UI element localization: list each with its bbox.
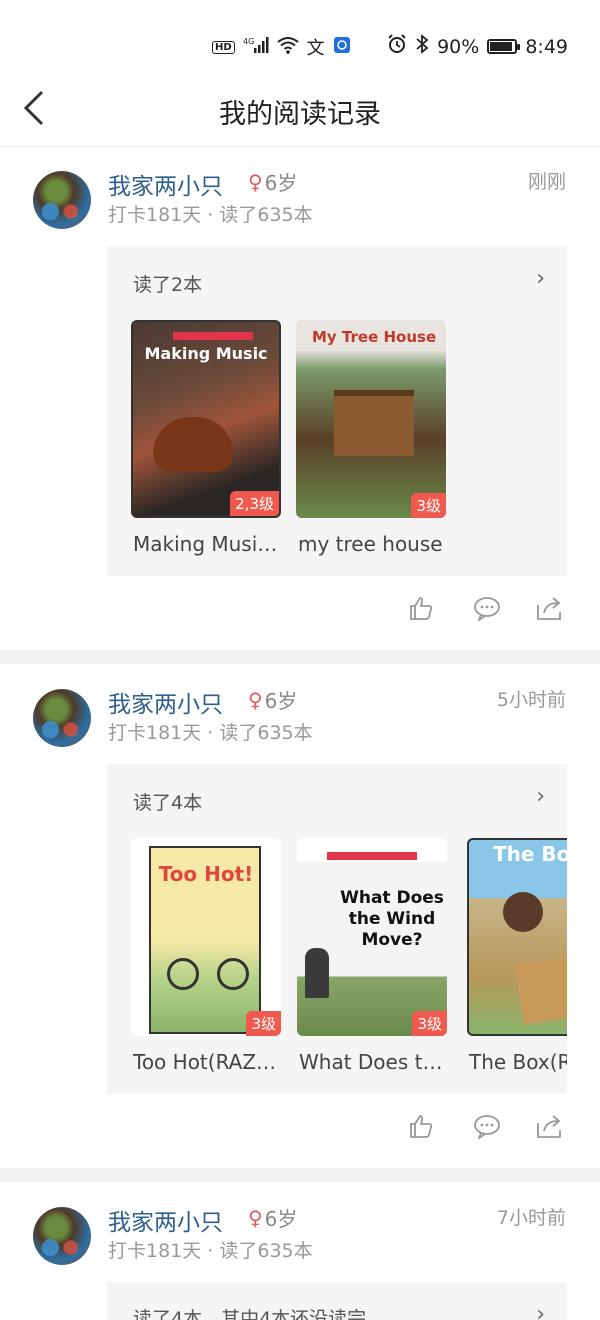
- like-button[interactable]: [408, 595, 434, 621]
- age-label: 6岁: [264, 689, 298, 713]
- book-cover: Too Hot! 3级: [131, 838, 281, 1036]
- share-button[interactable]: [536, 1113, 562, 1139]
- child-face: [503, 892, 543, 932]
- reading-post: 我家两小只 ♀ 6岁 刚刚 打卡181天 · 读了635本 读了2本 › Mak…: [0, 147, 600, 650]
- book-name: Making Musi…: [133, 532, 278, 556]
- app-notification-icon: [333, 36, 351, 58]
- alarm-icon: [387, 34, 407, 59]
- share-icon: [537, 597, 561, 620]
- read-count: 读了2本: [133, 274, 203, 296]
- reading-panel[interactable]: 读了4本 › Too Hot! 3级 Too Hot(RAZ… What Doe…: [107, 764, 567, 1094]
- book-name: The Box(R: [469, 1050, 567, 1074]
- clock: 8:49: [525, 35, 568, 58]
- book-name: my tree house: [298, 532, 443, 556]
- avatar[interactable]: [33, 1207, 91, 1265]
- svg-text:4G: 4G: [243, 37, 254, 46]
- status-bar: HD 4G 文 90% 8:49: [0, 0, 600, 88]
- bike-wheel: [167, 958, 199, 990]
- age-label: 6岁: [264, 1207, 298, 1231]
- child-figure: [305, 948, 329, 998]
- post-time: 刚刚: [527, 171, 566, 193]
- chevron-right-icon: ›: [536, 266, 545, 291]
- battery-icon: [487, 39, 521, 54]
- book-cover: Making Music 2,3级: [131, 320, 281, 518]
- level-badge: 3级: [246, 1011, 281, 1036]
- cover-title: Making Music: [144, 344, 268, 363]
- section-divider: [0, 650, 600, 664]
- battery-fill: [490, 42, 512, 51]
- post-time: 5小时前: [496, 689, 566, 711]
- cover-title: My Tree House: [312, 328, 437, 346]
- reading-post: 我家两小只 ♀ 6岁 7小时前 打卡181天 · 读了635本 读了4本，其中4…: [0, 1183, 600, 1320]
- leveled-book-banner: [173, 332, 253, 340]
- username[interactable]: 我家两小只: [108, 1203, 223, 1237]
- book-item[interactable]: The Bo The Box(R: [467, 838, 567, 1074]
- username[interactable]: 我家两小只: [108, 167, 223, 201]
- thumb-up-icon: [410, 597, 433, 620]
- reading-panel[interactable]: 读了4本，其中4本还没读完 ›: [107, 1282, 567, 1320]
- level-badge: 2,3级: [230, 491, 279, 516]
- child-age: ♀ 6岁: [248, 1203, 297, 1232]
- share-icon: [537, 1115, 561, 1138]
- bike-wheel: [217, 958, 249, 990]
- book-cover: The Bo: [467, 838, 567, 1036]
- comment-icon: [474, 1115, 500, 1141]
- comment-icon: [474, 597, 500, 623]
- cover-title: The Bo: [493, 842, 567, 866]
- book-item[interactable]: My Tree House 3级 my tree house: [296, 320, 446, 556]
- status-icons-left: HD 4G 文: [212, 34, 351, 60]
- section-divider: [0, 1168, 600, 1182]
- comment-button[interactable]: [473, 595, 500, 623]
- female-icon: ♀: [248, 1205, 263, 1230]
- bluetooth-icon: [415, 34, 429, 59]
- status-icons-right: 90% 8:49: [387, 34, 568, 59]
- avatar[interactable]: [33, 171, 91, 229]
- like-button[interactable]: [408, 1113, 434, 1139]
- post-actions: [0, 595, 600, 635]
- chevron-right-icon: ›: [536, 784, 545, 809]
- wifi-icon: [277, 36, 299, 58]
- female-icon: ♀: [248, 169, 263, 194]
- thumb-up-icon: [410, 1115, 433, 1138]
- nav-bar: 我的阅读记录: [0, 88, 600, 147]
- treehouse-illustration: [334, 390, 414, 456]
- chevron-right-icon: ›: [536, 1302, 545, 1320]
- cover-title: Too Hot!: [158, 862, 254, 886]
- share-button[interactable]: [536, 595, 562, 621]
- reading-post: 我家两小只 ♀ 6岁 5小时前 打卡181天 · 读了635本 读了4本 › T…: [0, 665, 600, 1168]
- box-illustration: [515, 955, 567, 1025]
- reading-stats: 打卡181天 · 读了635本: [108, 204, 313, 226]
- female-icon: ♀: [248, 687, 263, 712]
- book-cover: My Tree House 3级: [296, 320, 446, 518]
- page-title: 我的阅读记录: [219, 99, 381, 130]
- avatar[interactable]: [33, 689, 91, 747]
- book-name: Too Hot(RAZ…: [133, 1050, 277, 1074]
- cover-title: What Does the Wind Move?: [340, 888, 444, 950]
- post-actions: [0, 1113, 600, 1153]
- child-age: ♀ 6岁: [248, 685, 297, 714]
- signal-icon: 4G: [243, 36, 269, 58]
- battery-percent: 90%: [437, 35, 480, 58]
- child-age: ♀ 6岁: [248, 167, 297, 196]
- book-cover: What Does the Wind Move? 3级: [297, 838, 447, 1036]
- read-count: 读了4本，其中4本还没读完: [133, 1308, 367, 1320]
- book-item[interactable]: What Does the Wind Move? 3级 What Does t…: [297, 838, 447, 1074]
- read-count: 读了4本: [133, 792, 203, 814]
- hd-icon: HD: [212, 40, 235, 54]
- leveled-book-banner: [327, 852, 417, 860]
- reading-panel[interactable]: 读了2本 › Making Music 2,3级 Making Musi… My…: [107, 246, 567, 576]
- level-badge: 3级: [411, 493, 446, 518]
- book-item[interactable]: Too Hot! 3级 Too Hot(RAZ…: [131, 838, 281, 1074]
- book-item[interactable]: Making Music 2,3级 Making Musi…: [131, 320, 281, 556]
- age-label: 6岁: [264, 171, 298, 195]
- comment-button[interactable]: [473, 1113, 500, 1141]
- translate-icon: 文: [306, 38, 325, 59]
- reading-stats: 打卡181天 · 读了635本: [108, 1240, 313, 1262]
- violin-illustration: [153, 417, 233, 472]
- book-name: What Does t…: [299, 1050, 443, 1074]
- post-time: 7小时前: [496, 1207, 566, 1229]
- reading-stats: 打卡181天 · 读了635本: [108, 722, 313, 744]
- username[interactable]: 我家两小只: [108, 685, 223, 719]
- level-badge: 3级: [412, 1011, 447, 1036]
